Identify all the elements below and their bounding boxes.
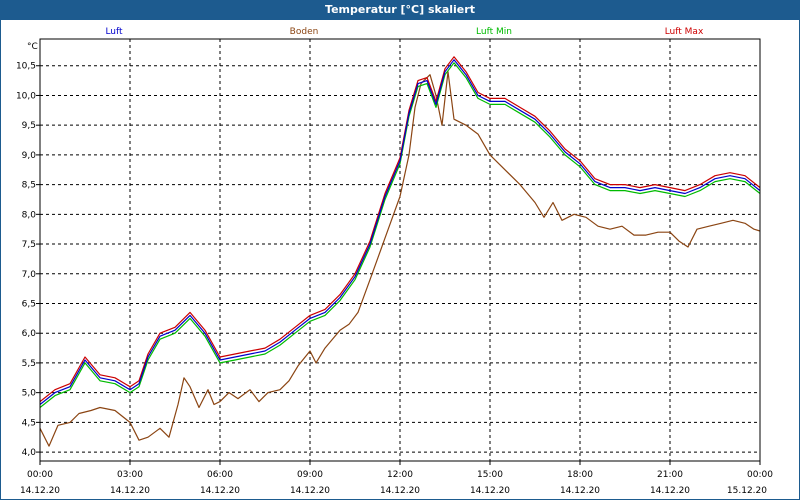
temperature-chart: 4,0 4,5 5,0 5,5 6,0 6,5 7,0 7,5 8,0 8,5 9,0 9,5 10,0… [16,27,773,496]
y-tick-label: 7,5 [22,240,36,250]
legend-entry: Luft Max [665,27,704,37]
y-axis-label: °C [27,42,38,52]
x-tick-time: 00:00 [27,470,53,480]
x-tick-date: 15.12.20 [727,486,767,496]
x-tick-date: 14.12.20 [380,486,420,496]
y-tick-label: 10,5 [16,62,36,72]
y-axis-ticks: 4,0 4,5 5,0 5,5 6,0 6,5 7,0 7,5 8,0 8,5 9,0 9,5 10,0… [16,62,40,458]
y-tick-label: 5,5 [22,359,36,369]
grid [40,39,760,461]
x-tick-time: 15:00 [477,470,503,480]
y-tick-label: 6,0 [22,329,37,339]
x-tick-date: 14.12.20 [650,486,690,496]
y-tick-label: 8,5 [22,181,36,191]
x-tick-date: 14.12.20 [470,486,510,496]
x-tick-time: 03:00 [117,470,143,480]
legend-entry: Boden [290,27,319,37]
x-tick-date: 14.12.20 [20,486,60,496]
legend-entry: Luft [105,27,123,37]
x-tick-time: 12:00 [387,470,413,480]
chart-window: Temperatur [°C] skaliert 4,0 4,5 5,0 5,5 6,0… [0,0,800,500]
legend: Luft Boden Luft Min Luft Max [105,27,704,37]
x-tick-date: 14.12.20 [200,486,240,496]
legend-entry: Luft Min [476,27,512,37]
x-tick-time: 21:00 [657,470,683,480]
y-tick-label: 8,0 [22,210,37,220]
y-tick-label: 7,0 [22,270,37,280]
series-line-luft-max [39,56,761,403]
y-tick-label: 9,0 [22,151,37,161]
x-tick-time: 06:00 [207,470,233,480]
x-tick-date: 14.12.20 [290,486,330,496]
y-tick-label: 10,0 [16,91,36,101]
y-tick-label: 6,5 [22,299,36,309]
y-tick-label: 9,5 [22,121,36,131]
x-tick-date: 14.12.20 [560,486,600,496]
x-tick-time: 18:00 [567,470,593,480]
y-tick-label: 4,0 [22,448,37,458]
x-tick-date: 14.12.20 [110,486,150,496]
y-tick-label: 4,5 [22,418,36,428]
y-tick-label: 5,0 [22,389,37,399]
x-tick-time: 09:00 [297,470,323,480]
x-tick-time: 00:00 [747,470,773,480]
x-axis-ticks: 00:00 14.12.20 03:00 14.12.20 06:00 14.12.20 0… [20,461,773,496]
